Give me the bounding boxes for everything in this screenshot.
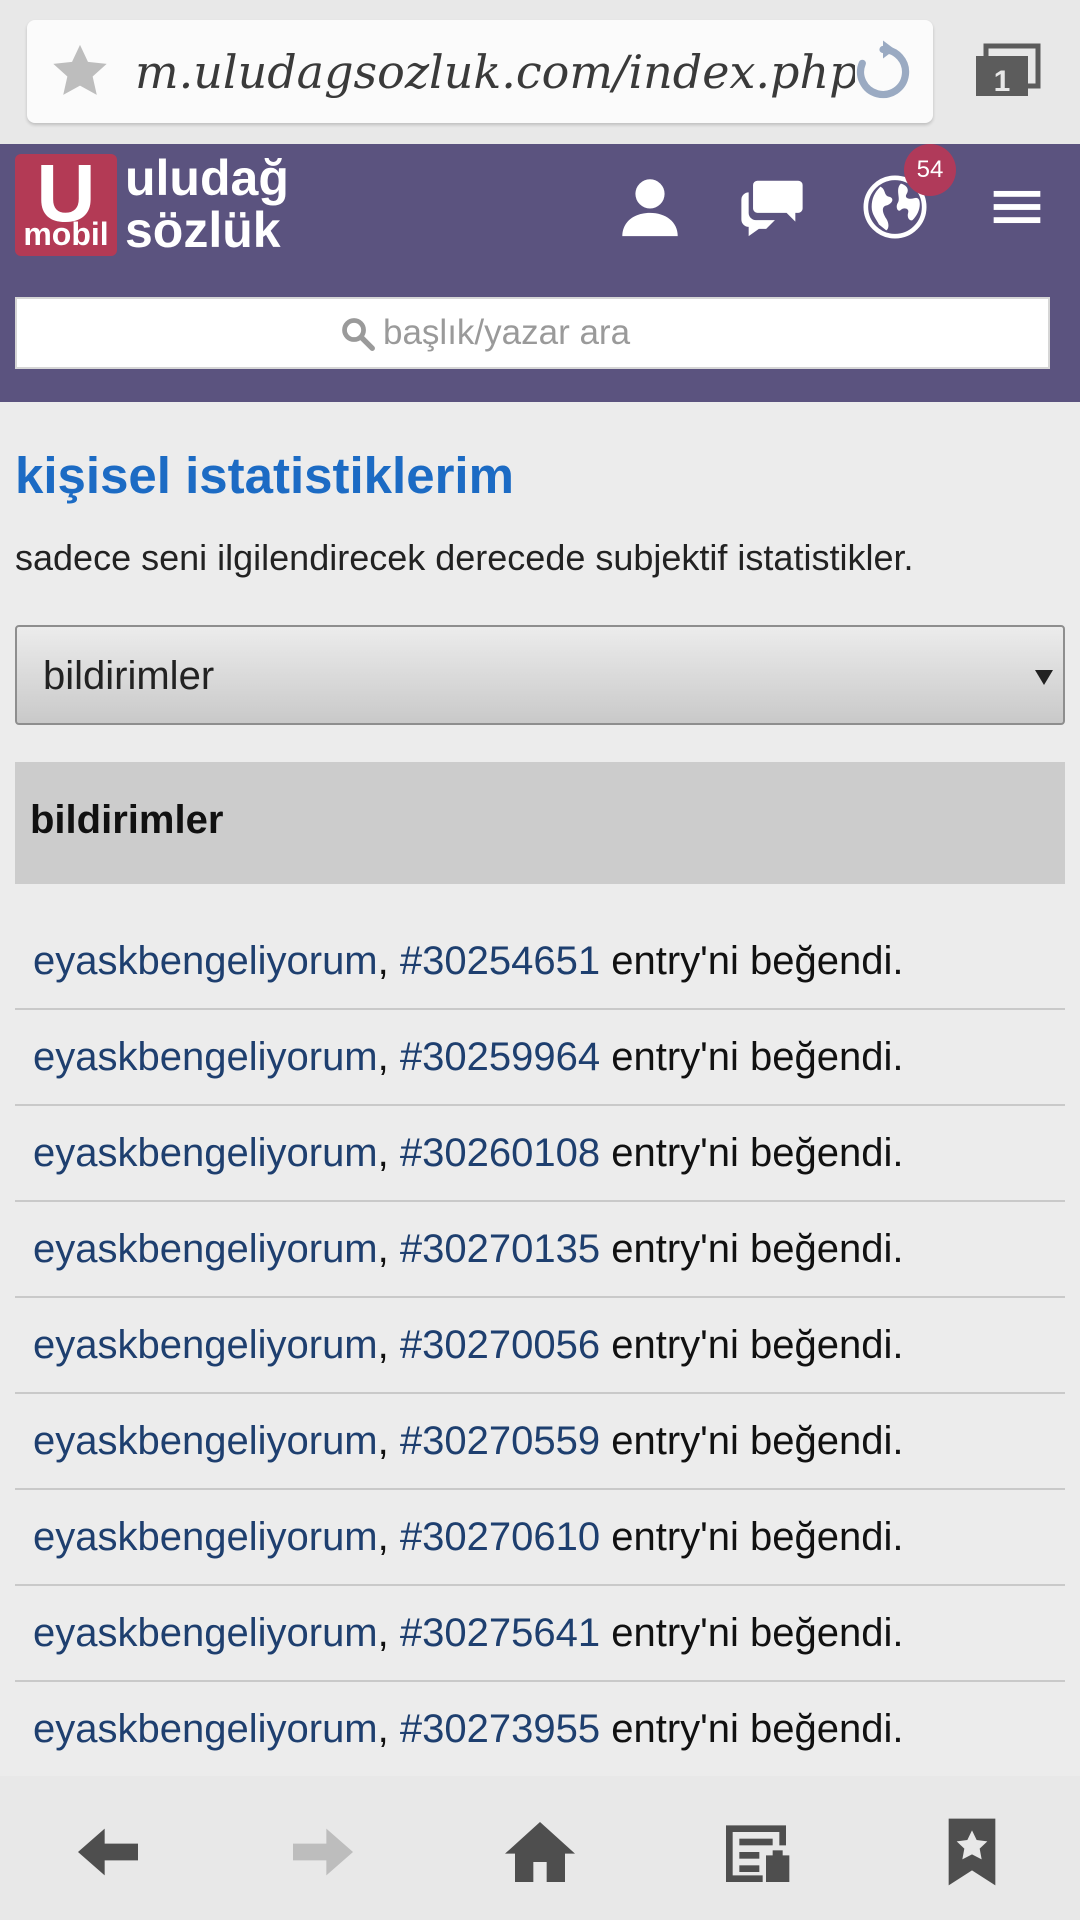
list-item: eyaskbengeliyorum, #30254651 entry'ni be… [15,914,1065,1010]
list-item: eyaskbengeliyorum, #30275641 entry'ni be… [15,1586,1065,1682]
entry-link[interactable]: #30270135 [400,1227,600,1271]
entry-link[interactable]: #30259964 [400,1035,600,1079]
notification-text: entry'ni beğendi. [600,1227,904,1271]
user-link[interactable]: eyaskbengeliyorum [33,1035,378,1079]
user-link[interactable]: eyaskbengeliyorum [33,1323,378,1367]
user-link[interactable]: eyaskbengeliyorum [33,1515,378,1559]
page-description: sadece seni ilgilendirecek derecede subj… [15,537,914,578]
notification-count-badge: 54 [904,144,956,196]
notification-text: entry'ni beğendi. [600,1323,904,1367]
stats-category-select[interactable]: bildirimler [15,625,1065,725]
user-link[interactable]: eyaskbengeliyorum [33,939,378,983]
notification-text: entry'ni beğendi. [600,1515,904,1559]
browser-toolbar: m.uludagsozluk.com/index.php 1 [0,0,1080,144]
notification-list: eyaskbengeliyorum, #30254651 entry'ni be… [15,884,1065,1776]
separator: , [377,1131,400,1175]
entry-link[interactable]: #30275641 [400,1611,600,1655]
panel-title: bildirimler [30,798,224,842]
entry-link[interactable]: #30270056 [400,1323,600,1367]
url-text[interactable]: m.uludagsozluk.com/index.php [135,42,855,102]
user-link[interactable]: eyaskbengeliyorum [33,1707,378,1751]
separator: , [377,1515,400,1559]
select-value: bildirimler [43,654,215,698]
hamburger-icon[interactable] [982,172,1052,242]
list-item: eyaskbengeliyorum, #30270135 entry'ni be… [15,1202,1065,1298]
user-link[interactable]: eyaskbengeliyorum [33,1419,378,1463]
bookmark-icon[interactable] [932,1812,1012,1892]
logo-subtext: mobil [23,216,109,252]
logo-mark: U mobil [15,148,117,256]
reader-icon[interactable] [716,1812,796,1892]
address-bar[interactable]: m.uludagsozluk.com/index.php [27,20,933,123]
separator: , [377,1419,400,1463]
dropdown-arrow-icon [1035,670,1053,685]
back-arrow-icon[interactable] [68,1812,148,1892]
notification-text: entry'ni beğendi. [600,1035,904,1079]
entry-link[interactable]: #30273955 [400,1707,600,1751]
search-input[interactable] [17,299,1048,367]
browser-bottom-bar [0,1776,1080,1920]
notification-text: entry'ni beğendi. [600,1419,904,1463]
list-item: eyaskbengeliyorum, #30273955 entry'ni be… [15,1682,1065,1778]
notification-text: entry'ni beğendi. [600,1131,904,1175]
entry-link[interactable]: #30270610 [400,1515,600,1559]
user-icon[interactable] [615,172,685,242]
star-icon[interactable] [47,38,113,104]
search-icon [342,318,375,351]
notification-text: entry'ni beğendi. [600,939,904,983]
entry-link[interactable]: #30270559 [400,1419,600,1463]
list-item: eyaskbengeliyorum, #30259964 entry'ni be… [15,1010,1065,1106]
tabs-count: 1 [994,65,1011,98]
separator: , [377,1707,400,1751]
user-link[interactable]: eyaskbengeliyorum [33,1131,378,1175]
home-icon[interactable] [500,1812,580,1892]
logo-name: uludağ sözlük [125,150,289,258]
search-box[interactable] [15,297,1050,369]
entry-link[interactable]: #30254651 [400,939,600,983]
chat-icon[interactable] [737,172,807,242]
separator: , [377,1611,400,1655]
site-header: U mobil uludağ sözlük 54 [0,144,1080,402]
separator: , [377,1323,400,1367]
tabs-icon[interactable]: 1 [972,42,1042,102]
list-item: eyaskbengeliyorum, #30260108 entry'ni be… [15,1106,1065,1202]
list-item: eyaskbengeliyorum, #30270056 entry'ni be… [15,1298,1065,1394]
list-item: eyaskbengeliyorum, #30270559 entry'ni be… [15,1394,1065,1490]
page-title: kişisel istatistiklerim [15,447,514,504]
separator: , [377,939,400,983]
list-item: eyaskbengeliyorum, #30270610 entry'ni be… [15,1490,1065,1586]
site-logo[interactable]: U mobil uludağ sözlük [15,148,315,264]
notification-text: entry'ni beğendi. [600,1611,904,1655]
user-link[interactable]: eyaskbengeliyorum [33,1611,378,1655]
reload-icon[interactable] [847,36,919,108]
panel-header: bildirimler [15,762,1065,884]
forward-arrow-icon[interactable] [283,1812,363,1892]
user-link[interactable]: eyaskbengeliyorum [33,1227,378,1271]
notification-text: entry'ni beğendi. [600,1707,904,1751]
entry-link[interactable]: #30260108 [400,1131,600,1175]
separator: , [377,1227,400,1271]
separator: , [377,1035,400,1079]
